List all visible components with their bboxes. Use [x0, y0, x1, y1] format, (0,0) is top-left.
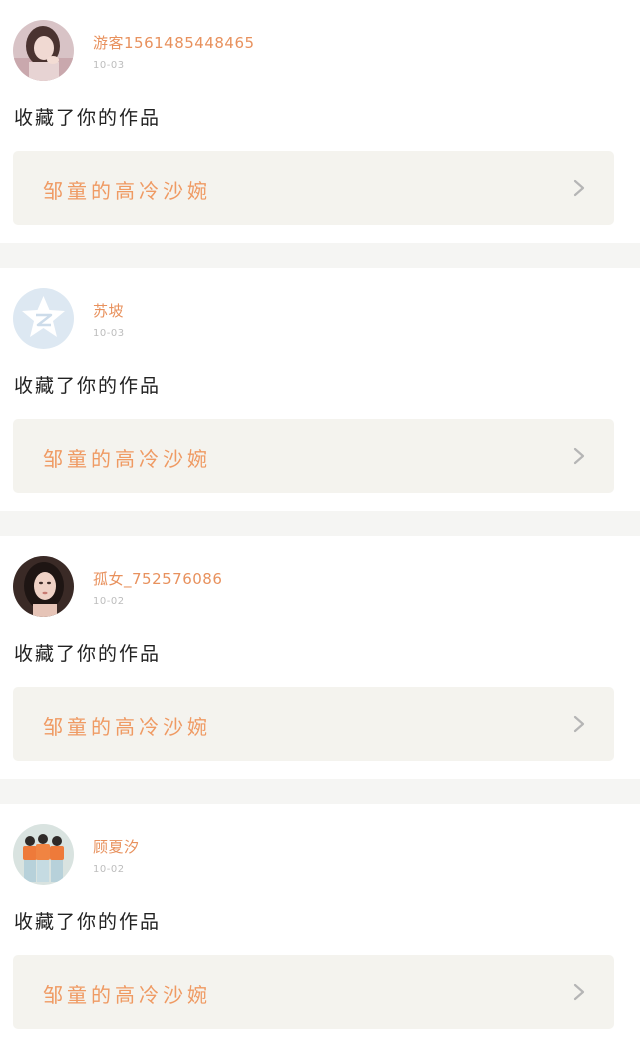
user-avatar[interactable]	[13, 556, 74, 617]
qzone-star-avatar-icon	[13, 288, 74, 349]
separator	[0, 511, 640, 536]
notification-item: 苏坡 10-03 收藏了你的作品 邹童的高冷沙婉	[0, 268, 640, 511]
separator	[0, 779, 640, 804]
timestamp: 10-03	[93, 60, 125, 71]
girl-photo-avatar-icon	[13, 556, 74, 617]
group-photo-avatar-icon	[13, 824, 74, 885]
separator	[0, 243, 640, 268]
notification-item: 顾夏汐 10-02 收藏了你的作品 邹童的高冷沙婉	[0, 804, 640, 1047]
chevron-right-icon	[573, 447, 585, 465]
action-text: 收藏了你的作品	[14, 911, 162, 933]
chevron-right-icon	[573, 983, 585, 1001]
notification-item: 孤女_752576086 10-02 收藏了你的作品 邹童的高冷沙婉	[0, 536, 640, 779]
work-link-card[interactable]: 邹童的高冷沙婉	[13, 687, 614, 761]
action-text: 收藏了你的作品	[14, 107, 162, 129]
work-link-card[interactable]: 邹童的高冷沙婉	[13, 955, 614, 1029]
notification-item: 游客1561485448465 10-03 收藏了你的作品 邹童的高冷沙婉	[0, 0, 640, 243]
action-text: 收藏了你的作品	[14, 643, 162, 665]
timestamp: 10-02	[93, 596, 125, 607]
work-title: 邹童的高冷沙婉	[43, 179, 211, 203]
timestamp: 10-03	[93, 328, 125, 339]
girl-photo-avatar-icon	[13, 20, 74, 81]
action-text: 收藏了你的作品	[14, 375, 162, 397]
timestamp: 10-02	[93, 864, 125, 875]
user-avatar[interactable]	[13, 288, 74, 349]
username[interactable]: 孤女_752576086	[93, 568, 222, 589]
user-avatar[interactable]	[13, 20, 74, 81]
username[interactable]: 顾夏汐	[93, 836, 140, 857]
username[interactable]: 苏坡	[93, 300, 124, 321]
work-link-card[interactable]: 邹童的高冷沙婉	[13, 419, 614, 493]
chevron-right-icon	[573, 715, 585, 733]
work-title: 邹童的高冷沙婉	[43, 447, 211, 471]
work-title: 邹童的高冷沙婉	[43, 983, 211, 1007]
notification-feed: 游客1561485448465 10-03 收藏了你的作品 邹童的高冷沙婉 苏坡…	[0, 0, 640, 1047]
user-avatar[interactable]	[13, 824, 74, 885]
chevron-right-icon	[573, 179, 585, 197]
username[interactable]: 游客1561485448465	[93, 32, 255, 53]
work-title: 邹童的高冷沙婉	[43, 715, 211, 739]
work-link-card[interactable]: 邹童的高冷沙婉	[13, 151, 614, 225]
